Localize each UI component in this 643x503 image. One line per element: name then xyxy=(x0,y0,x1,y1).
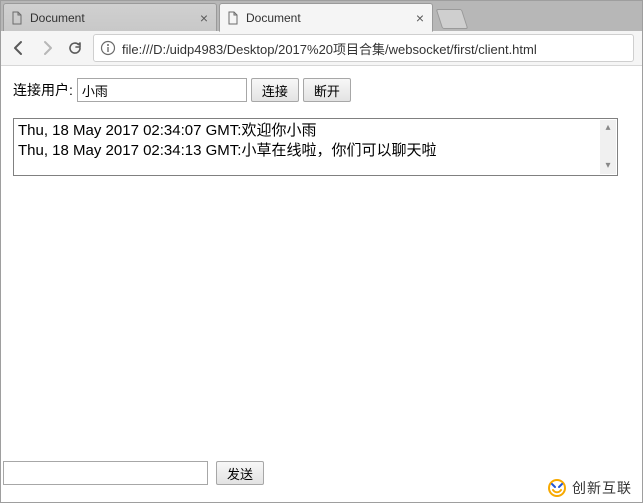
disconnect-button[interactable]: 断开 xyxy=(303,78,351,102)
new-tab-button[interactable] xyxy=(436,9,468,29)
user-input[interactable] xyxy=(77,78,247,102)
info-icon xyxy=(100,40,116,56)
user-label: 连接用户: xyxy=(13,80,73,100)
send-button[interactable]: 发送 xyxy=(216,461,264,485)
browser-window: Document × Document × file:///D:/uidp498… xyxy=(0,0,643,503)
forward-button[interactable] xyxy=(33,35,61,61)
url-text: file:///D:/uidp4983/Desktop/2017%20项目合集/… xyxy=(122,39,537,58)
send-row: 发送 xyxy=(3,461,264,485)
close-icon[interactable]: × xyxy=(198,10,210,26)
brand-logo-icon xyxy=(548,479,566,497)
reload-button[interactable] xyxy=(61,35,89,61)
log-textarea[interactable]: Thu, 18 May 2017 02:34:07 GMT:欢迎你小雨 Thu,… xyxy=(13,118,618,176)
tab-title: Document xyxy=(30,11,198,25)
message-input[interactable] xyxy=(3,461,208,485)
scroll-down-icon[interactable]: ▾ xyxy=(600,158,616,174)
log-line: Thu, 18 May 2017 02:34:13 GMT:小草在线啦，你们可以… xyxy=(18,141,613,161)
brand-text: 创新互联 xyxy=(572,478,632,498)
page-content: 连接用户: 连接 断开 Thu, 18 May 2017 02:34:07 GM… xyxy=(1,66,642,483)
address-bar[interactable]: file:///D:/uidp4983/Desktop/2017%20项目合集/… xyxy=(93,34,634,62)
log-line: Thu, 18 May 2017 02:34:07 GMT:欢迎你小雨 xyxy=(18,121,613,141)
scrollbar[interactable]: ▴ ▾ xyxy=(600,120,616,174)
tab-title: Document xyxy=(246,11,414,25)
connect-button[interactable]: 连接 xyxy=(251,78,299,102)
back-button[interactable] xyxy=(5,35,33,61)
close-icon[interactable]: × xyxy=(414,10,426,26)
file-icon xyxy=(226,11,240,25)
tab-document-1[interactable]: Document × xyxy=(3,3,217,31)
browser-toolbar: file:///D:/uidp4983/Desktop/2017%20项目合集/… xyxy=(1,31,642,66)
tab-document-2[interactable]: Document × xyxy=(219,3,433,32)
scroll-up-icon[interactable]: ▴ xyxy=(600,120,616,136)
connect-row: 连接用户: 连接 断开 xyxy=(13,78,630,102)
watermark: 创新互联 xyxy=(520,474,642,502)
tab-strip: Document × Document × xyxy=(1,1,642,31)
file-icon xyxy=(10,11,24,25)
